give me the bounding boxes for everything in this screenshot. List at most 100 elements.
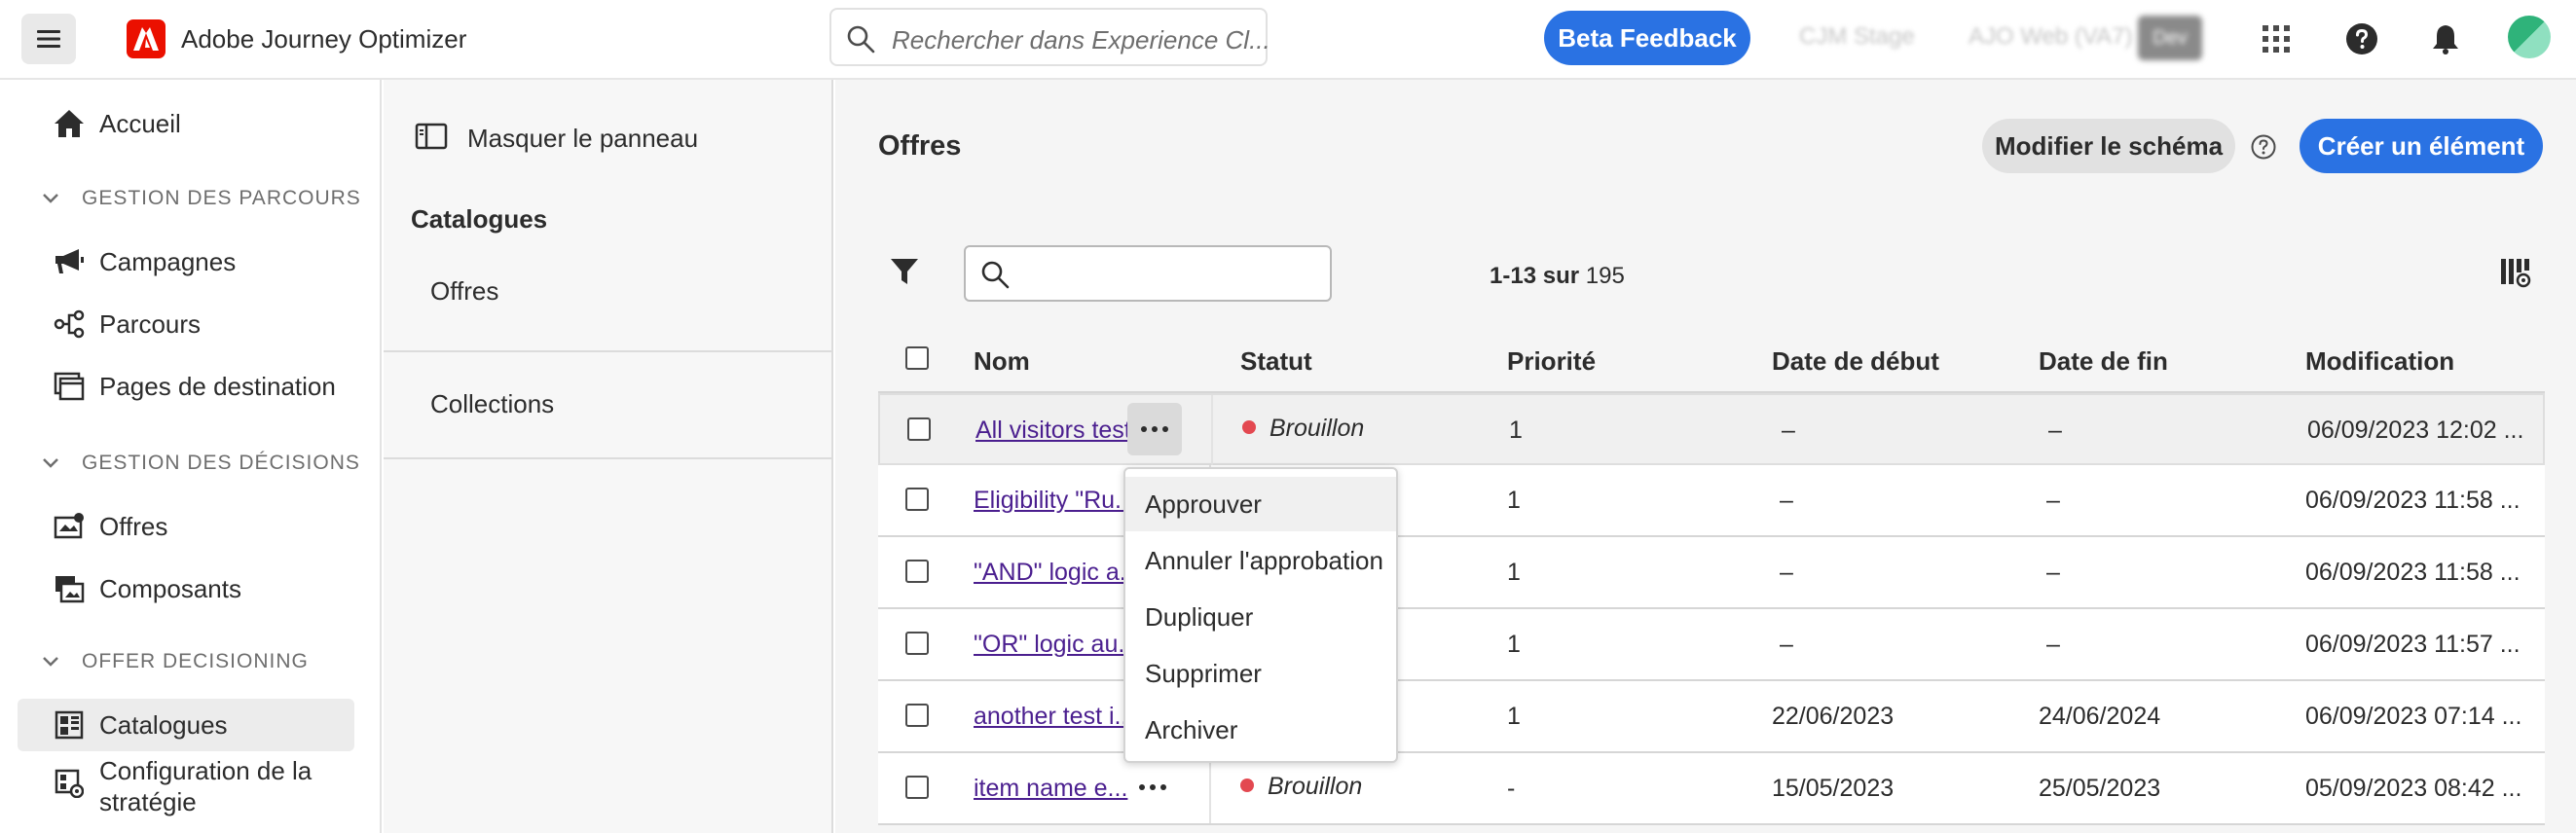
- row-checkbox[interactable]: [905, 488, 929, 511]
- global-search-input[interactable]: Rechercher dans Experience Cl...: [829, 8, 1270, 66]
- search-icon: [845, 23, 876, 59]
- offer-name-link[interactable]: All visitors test: [975, 416, 1131, 444]
- end-date-cell: –: [2046, 631, 2060, 658]
- catalog-item-label: Offres: [430, 276, 499, 306]
- nav-section-journey-management[interactable]: GESTION DES PARCOURS: [39, 187, 361, 210]
- select-all-checkbox[interactable]: [905, 346, 929, 370]
- adobe-logo-icon[interactable]: [127, 19, 166, 58]
- user-avatar[interactable]: [2508, 16, 2551, 58]
- apps-grid-icon[interactable]: [2257, 19, 2296, 58]
- catalog-icon: [51, 706, 88, 743]
- menu-item-approve[interactable]: Approuver: [1125, 477, 1396, 531]
- chevron-down-icon: [39, 650, 62, 673]
- status-dot-icon: [1242, 420, 1256, 434]
- hide-panel-button[interactable]: Masquer le panneau: [415, 123, 698, 155]
- column-header-name[interactable]: Nom: [974, 346, 1030, 377]
- table-row[interactable]: All visitors test Brouillon 1 – – 06/09/…: [878, 393, 2545, 465]
- nav-item-catalogues[interactable]: Catalogues: [18, 699, 354, 751]
- priority-cell: 1: [1507, 487, 1521, 514]
- page-title: Offres: [878, 130, 962, 162]
- nav-item-home[interactable]: Accueil: [18, 97, 354, 150]
- hide-panel-label: Masquer le panneau: [467, 124, 699, 153]
- table-row[interactable]: item name e... Brouillon - 15/05/2023 25…: [878, 753, 2545, 825]
- offer-name-link[interactable]: "AND" logic a...: [974, 559, 1140, 586]
- nav-item-strategy-setup[interactable]: Configuration de la stratégie: [18, 755, 354, 821]
- row-checkbox[interactable]: [907, 417, 931, 441]
- filter-icon[interactable]: [890, 257, 919, 291]
- row-checkbox[interactable]: [905, 632, 929, 655]
- priority-cell: 1: [1507, 631, 1521, 658]
- more-actions-icon[interactable]: [1127, 403, 1182, 455]
- edit-schema-button[interactable]: Modifier le schéma: [1982, 119, 2235, 173]
- nav-item-offers[interactable]: Offres: [18, 500, 354, 553]
- column-header-modified[interactable]: Modification: [2305, 346, 2454, 377]
- table-search-input[interactable]: [964, 245, 1332, 302]
- menu-item-delete[interactable]: Supprimer: [1125, 646, 1396, 701]
- menu-item-cancel-approval[interactable]: Annuler l'approbation: [1125, 533, 1396, 588]
- nav-item-label: Pages de destination: [99, 371, 336, 401]
- create-item-button[interactable]: Créer un élément: [2300, 119, 2543, 173]
- modified-cell: 06/09/2023 11:57 ...: [2305, 631, 2521, 658]
- start-date-cell: –: [1780, 487, 1793, 514]
- menu-icon[interactable]: [21, 14, 76, 64]
- nav-section-decision-management[interactable]: GESTION DES DÉCISIONS: [39, 452, 360, 475]
- nav-item-components[interactable]: Composants: [18, 562, 354, 615]
- menu-item-duplicate[interactable]: Dupliquer: [1125, 590, 1396, 644]
- more-actions-icon[interactable]: [1125, 761, 1180, 814]
- start-date-cell: 15/05/2023: [1772, 775, 1895, 802]
- result-count-separator: sur: [1542, 263, 1580, 289]
- nav-item-campaigns[interactable]: Campagnes: [18, 235, 354, 288]
- result-count: 1-13 sur 195: [1490, 263, 1625, 290]
- priority-cell: 1: [1509, 416, 1523, 444]
- row-checkbox[interactable]: [905, 560, 929, 583]
- notifications-bell-icon[interactable]: [2426, 19, 2465, 58]
- column-header-status[interactable]: Statut: [1240, 346, 1312, 377]
- modified-cell: 06/09/2023 11:58 ...: [2305, 559, 2521, 586]
- nav-item-journeys[interactable]: Parcours: [18, 298, 354, 350]
- table-header: Nom Statut Priorité Date de début Date d…: [878, 323, 2545, 393]
- catalog-item-label: Collections: [430, 389, 555, 418]
- catalog-side-panel: Masquer le panneau Catalogues Offres Col…: [384, 80, 833, 833]
- nav-item-label: Composants: [99, 573, 241, 603]
- start-date-cell: –: [1780, 631, 1793, 658]
- catalogues-heading: Catalogues: [411, 204, 548, 234]
- column-divider: [1211, 395, 1213, 465]
- org-switcher[interactable]: CJM Stage: [1799, 23, 1915, 51]
- chevron-down-icon: [39, 187, 62, 210]
- help-icon[interactable]: [2342, 19, 2381, 58]
- offer-name-link[interactable]: item name e...: [974, 775, 1127, 802]
- beta-feedback-button[interactable]: Beta Feedback: [1544, 11, 1750, 65]
- nav-item-label: Accueil: [99, 108, 181, 138]
- end-date-cell: –: [2046, 487, 2060, 514]
- column-header-start-date[interactable]: Date de début: [1772, 346, 1939, 377]
- column-header-end-date[interactable]: Date de fin: [2039, 346, 2168, 377]
- offer-name-link[interactable]: Eligibility "Ru...: [974, 487, 1135, 514]
- catalog-item-offers[interactable]: Offres: [384, 247, 831, 352]
- column-settings-icon[interactable]: [2500, 257, 2531, 293]
- status-dot-icon: [1240, 779, 1254, 792]
- offer-icon: [51, 508, 88, 545]
- nav-item-landing-pages[interactable]: Pages de destination: [18, 360, 354, 413]
- row-checkbox[interactable]: [905, 704, 929, 727]
- offer-name-link[interactable]: "OR" logic au...: [974, 631, 1138, 658]
- app-title[interactable]: Adobe Journey Optimizer: [181, 24, 466, 54]
- sandbox-switcher[interactable]: AJO Web (VA7): [1969, 23, 2133, 51]
- offer-name-link[interactable]: another test i...: [974, 703, 1134, 730]
- nav-item-label: Campagnes: [99, 246, 237, 276]
- nav-item-label: Offres: [99, 511, 168, 541]
- menu-item-archive[interactable]: Archiver: [1125, 703, 1396, 757]
- catalog-item-collections[interactable]: Collections: [384, 354, 831, 459]
- env-badge: Dev: [2138, 16, 2202, 60]
- nav-section-offer-decisioning[interactable]: OFFER DECISIONING: [39, 650, 309, 673]
- row-actions-menu: Approuver Annuler l'approbation Duplique…: [1123, 467, 1398, 763]
- row-checkbox[interactable]: [905, 776, 929, 799]
- strategy-settings-icon: [51, 765, 88, 802]
- status-badge: Brouillon: [1268, 773, 1363, 800]
- result-total: 195: [1585, 263, 1625, 289]
- end-date-cell: –: [2046, 559, 2060, 586]
- nav-item-label: Parcours: [99, 308, 202, 339]
- modified-cell: 05/09/2023 08:42 ...: [2305, 775, 2522, 802]
- column-header-priority[interactable]: Priorité: [1507, 346, 1596, 377]
- priority-cell: -: [1507, 775, 1516, 802]
- help-circle-icon[interactable]: [2251, 134, 2276, 160]
